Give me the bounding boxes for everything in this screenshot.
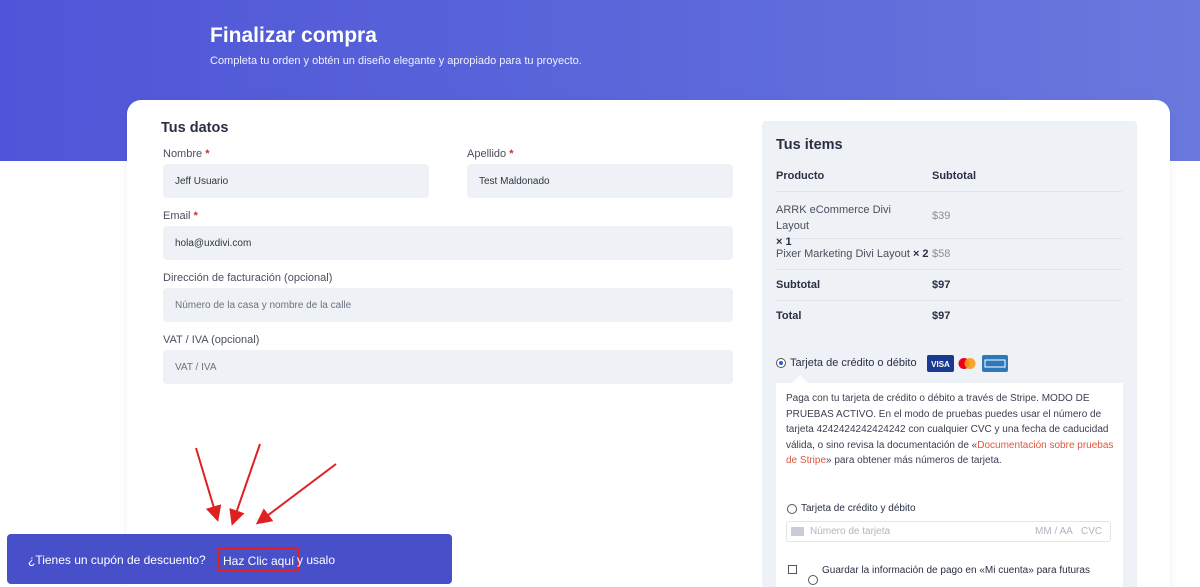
product-column-header: Producto — [776, 170, 825, 182]
card-number-placeholder: Número de tarjeta — [810, 526, 891, 537]
subtotal-value: $97 — [932, 279, 951, 291]
required-mark: * — [509, 148, 514, 160]
annotation-arrows — [195, 443, 337, 526]
email-label: Email * — [163, 210, 198, 222]
coupon-rest: y usalo — [297, 553, 336, 567]
visa-icon: VISA — [927, 355, 954, 372]
save-info-radio[interactable] — [808, 575, 818, 585]
amex-icon — [982, 355, 1008, 372]
expiry-placeholder: MM / AA — [1035, 526, 1073, 537]
email-field[interactable]: hola@uxdivi.com — [163, 226, 733, 260]
address-label: Dirección de facturación (opcional) — [163, 272, 333, 284]
save-info-checkbox[interactable] — [788, 565, 797, 574]
product-qty: × 2 — [912, 248, 929, 260]
visa-icon-text: VISA — [931, 360, 950, 369]
table-row: ARRK eCommerce Divi Layout × 1 $39 — [776, 192, 1122, 248]
page-title: Finalizar compra — [210, 24, 377, 47]
order-title: Tus items — [776, 137, 843, 153]
first-name-input[interactable]: Jeff Usuario — [163, 164, 429, 198]
credit-card-icon — [791, 527, 804, 536]
subtotal-column-header: Subtotal — [932, 170, 976, 182]
product-price: $58 — [932, 248, 951, 260]
vat-input[interactable]: VAT / IVA — [163, 350, 733, 384]
page-subtitle: Completa tu orden y obtén un diseño eleg… — [210, 55, 582, 67]
subtotal-label: Subtotal — [776, 279, 820, 291]
required-mark: * — [205, 148, 210, 160]
total-label: Total — [776, 310, 802, 322]
card-number-input[interactable]: Número de tarjeta MM / AA CVC — [786, 521, 1111, 542]
address-input[interactable]: Número de la casa y nombre de la calle — [163, 288, 733, 322]
annotation-arrow — [229, 443, 261, 526]
annotation-arrow — [195, 447, 222, 522]
payment-method-label[interactable]: Tarjeta de crédito o débito — [790, 357, 917, 369]
save-info-label: Guardar la información de pago en «Mi cu… — [822, 565, 1090, 576]
payment-description: Paga con tu tarjeta de crédito o débito … — [786, 393, 1114, 466]
payment-details: Paga con tu tarjeta de crédito o débito … — [776, 375, 1123, 587]
order-summary: Tus items Producto Subtotal ARRK eCommer… — [762, 121, 1137, 587]
coupon-link[interactable]: Haz Clic aquí — [218, 547, 300, 572]
first-name-label: Nombre * — [163, 148, 210, 160]
total-value: $97 — [932, 310, 951, 322]
product-name: Pixer Marketing Divi Layout × 2 — [776, 248, 929, 260]
product-price: $39 — [932, 210, 951, 222]
vat-label: VAT / IVA (opcional) — [163, 334, 260, 346]
table-row: Pixer Marketing Divi Layout × 2 $58 — [776, 239, 1122, 270]
last-name-input[interactable]: Test Maldonado — [467, 164, 733, 198]
total-row: Total $97 — [776, 301, 1122, 332]
last-name-label: Apellido * — [467, 148, 514, 160]
cvc-placeholder: CVC — [1081, 526, 1103, 537]
annotation-arrow — [255, 463, 337, 525]
coupon-banner: ¿Tienes un cupón de descuento? Haz Clic … — [7, 534, 452, 584]
mastercard-icon — [958, 358, 976, 369]
subtotal-row: Subtotal $97 — [776, 270, 1122, 301]
order-header-row: Producto Subtotal — [776, 165, 1122, 192]
card-option-radio[interactable] — [787, 504, 797, 514]
coupon-question: ¿Tienes un cupón de descuento? — [28, 553, 206, 567]
payment-method-radio[interactable] — [776, 358, 786, 368]
card-option-label[interactable]: Tarjeta de crédito y débito — [801, 503, 916, 514]
billing-title: Tus datos — [161, 120, 229, 136]
required-mark: * — [193, 210, 198, 222]
